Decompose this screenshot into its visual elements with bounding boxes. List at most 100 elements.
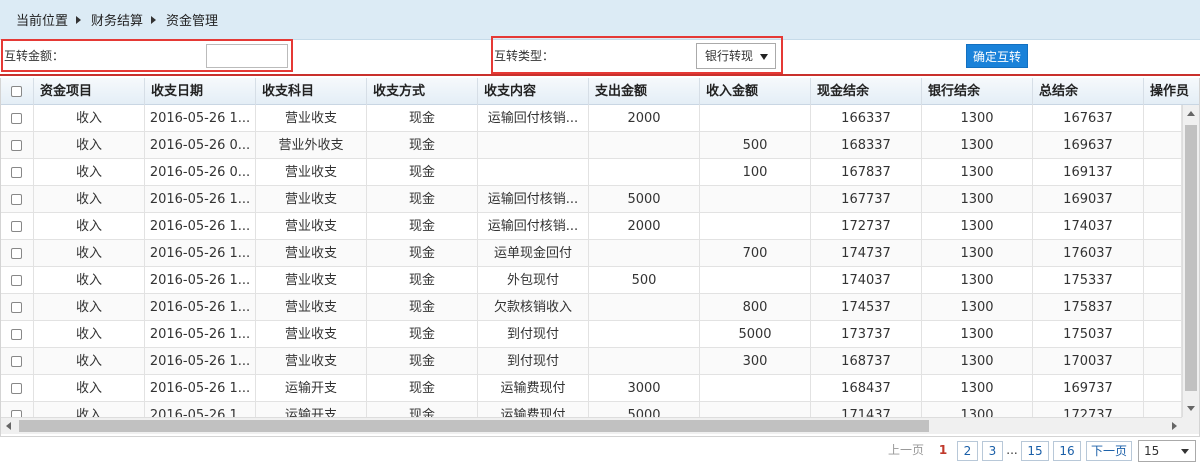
select-all-checkbox[interactable] [11, 86, 22, 97]
row-select-cell [1, 402, 34, 417]
table-row[interactable]: 收入 2016-05-26 1... 运输开支 现金 运输费现付 3000 168437 13… [1, 375, 1182, 402]
page-size-select[interactable]: 15 [1138, 440, 1196, 462]
table-cell: 500 [589, 267, 700, 294]
row-checkbox[interactable] [11, 194, 22, 205]
breadcrumb-finance[interactable]: 财务结算 [91, 10, 143, 29]
row-select-cell [1, 348, 34, 375]
row-checkbox[interactable] [11, 113, 22, 124]
row-checkbox[interactable] [11, 410, 22, 417]
scroll-left-icon[interactable] [6, 422, 11, 430]
table-cell: 欠款核销收入 [478, 294, 589, 321]
table-cell: 营业收支 [256, 294, 367, 321]
column-header[interactable]: 银行结余 [922, 78, 1033, 105]
table-cell: 收入 [34, 348, 145, 375]
row-select-cell [1, 186, 34, 213]
table-cell [1144, 105, 1182, 132]
table-row[interactable]: 收入 2016-05-26 1... 营业收支 现金 到付现付 5000 173737 130… [1, 321, 1182, 348]
table-row[interactable]: 收入 2016-05-26 1... 营业收支 现金 运输回付核销... 2000 1727… [1, 213, 1182, 240]
table-cell: 营业外收支 [256, 132, 367, 159]
table-cell: 2016-05-26 1... [145, 402, 256, 417]
table-cell [589, 240, 700, 267]
vertical-scrollbar[interactable] [1182, 105, 1199, 417]
prev-page-button[interactable]: 上一页 [886, 441, 926, 461]
table-header: 资金项目 收支日期 收支科目 收支方式 收支内容 支出金额 收入金额 现金结余 … [1, 78, 1199, 105]
table-cell: 到付现付 [478, 321, 589, 348]
amount-input[interactable] [206, 44, 288, 68]
table-row[interactable]: 收入 2016-05-26 0... 营业收支 现金 100 167837 1300 1691… [1, 159, 1182, 186]
column-header[interactable]: 操作员 [1144, 78, 1199, 105]
table-row[interactable]: 收入 2016-05-26 1... 营业收支 现金 欠款核销收入 800 174537 13… [1, 294, 1182, 321]
table-cell: 2016-05-26 1... [145, 213, 256, 240]
scroll-right-icon[interactable] [1172, 422, 1177, 430]
column-header[interactable]: 收支内容 [478, 78, 589, 105]
table-cell: 1300 [922, 105, 1033, 132]
table-cell [1144, 267, 1182, 294]
table-cell: 168437 [811, 375, 922, 402]
column-header[interactable]: 收支日期 [145, 78, 256, 105]
row-checkbox[interactable] [11, 167, 22, 178]
table-row[interactable]: 收入 2016-05-26 0... 营业外收支 现金 500 168337 1300 169… [1, 132, 1182, 159]
table-cell: 174037 [1033, 213, 1144, 240]
table-row[interactable]: 收入 2016-05-26 1... 营业收支 现金 运输回付核销... 2000 1663… [1, 105, 1182, 132]
column-header[interactable]: 资金项目 [34, 78, 145, 105]
table-cell: 2000 [589, 213, 700, 240]
row-select-cell [1, 132, 34, 159]
table-cell [478, 159, 589, 186]
table-row[interactable]: 收入 2016-05-26 1... 运输开支 现金 运输费现付 5000 171437 13… [1, 402, 1182, 417]
row-checkbox[interactable] [11, 140, 22, 151]
column-header[interactable]: 收支方式 [367, 78, 478, 105]
scroll-up-icon[interactable] [1187, 111, 1195, 116]
column-header[interactable]: 支出金额 [589, 78, 700, 105]
table-cell: 300 [700, 348, 811, 375]
page-button[interactable]: 15 [1021, 441, 1049, 461]
scroll-down-icon[interactable] [1187, 406, 1195, 411]
table-cell [478, 132, 589, 159]
page-button[interactable]: 16 [1053, 441, 1081, 461]
table-cell: 运输费现付 [478, 375, 589, 402]
table-row[interactable]: 收入 2016-05-26 1... 营业收支 现金 运输回付核销... 5000 1677… [1, 186, 1182, 213]
page-button[interactable]: 2 [957, 441, 978, 461]
table-cell: 3000 [589, 375, 700, 402]
row-checkbox[interactable] [11, 383, 22, 394]
table-cell: 现金 [367, 321, 478, 348]
breadcrumb-fund-management[interactable]: 资金管理 [166, 10, 218, 29]
table-cell: 收入 [34, 186, 145, 213]
row-checkbox[interactable] [11, 275, 22, 286]
confirm-transfer-button[interactable]: 确定互转 [966, 44, 1028, 68]
table-cell: 营业收支 [256, 186, 367, 213]
table-cell: 1300 [922, 348, 1033, 375]
table-cell [1144, 402, 1182, 417]
table-cell: 收入 [34, 213, 145, 240]
table-row[interactable]: 收入 2016-05-26 1... 营业收支 现金 外包现付 500 174037 1300… [1, 267, 1182, 294]
table-cell: 1300 [922, 321, 1033, 348]
chevron-down-icon [1181, 449, 1189, 454]
row-select-cell [1, 375, 34, 402]
breadcrumb-separator-icon [151, 15, 157, 24]
column-header[interactable]: 收支科目 [256, 78, 367, 105]
table-cell: 174737 [811, 240, 922, 267]
next-page-button[interactable]: 下一页 [1086, 441, 1132, 461]
row-checkbox[interactable] [11, 356, 22, 367]
horizontal-scroll-thumb[interactable] [19, 420, 929, 432]
column-header[interactable]: 收入金额 [700, 78, 811, 105]
row-select-cell [1, 240, 34, 267]
horizontal-scrollbar[interactable] [1, 417, 1182, 434]
table-row[interactable]: 收入 2016-05-26 1... 营业收支 现金 到付现付 300 168737 1300… [1, 348, 1182, 375]
table-row[interactable]: 收入 2016-05-26 1... 营业收支 现金 运单现金回付 700 174737 13… [1, 240, 1182, 267]
vertical-scroll-thumb[interactable] [1185, 125, 1197, 391]
table-cell: 1300 [922, 159, 1033, 186]
table-cell: 外包现付 [478, 267, 589, 294]
transfer-type-select[interactable]: 银行转现 [696, 43, 776, 69]
pagination: 上一页 1 2 3 ... 15 16 下一页 15 [0, 436, 1200, 464]
table-cell: 营业收支 [256, 159, 367, 186]
row-checkbox[interactable] [11, 329, 22, 340]
breadcrumb-current-location: 当前位置 [16, 14, 69, 29]
page-button[interactable]: 3 [982, 441, 1003, 461]
table-cell: 到付现付 [478, 348, 589, 375]
row-checkbox[interactable] [11, 302, 22, 313]
table-cell [700, 213, 811, 240]
row-checkbox[interactable] [11, 221, 22, 232]
column-header[interactable]: 总结余 [1033, 78, 1144, 105]
row-checkbox[interactable] [11, 248, 22, 259]
column-header[interactable]: 现金结余 [811, 78, 922, 105]
